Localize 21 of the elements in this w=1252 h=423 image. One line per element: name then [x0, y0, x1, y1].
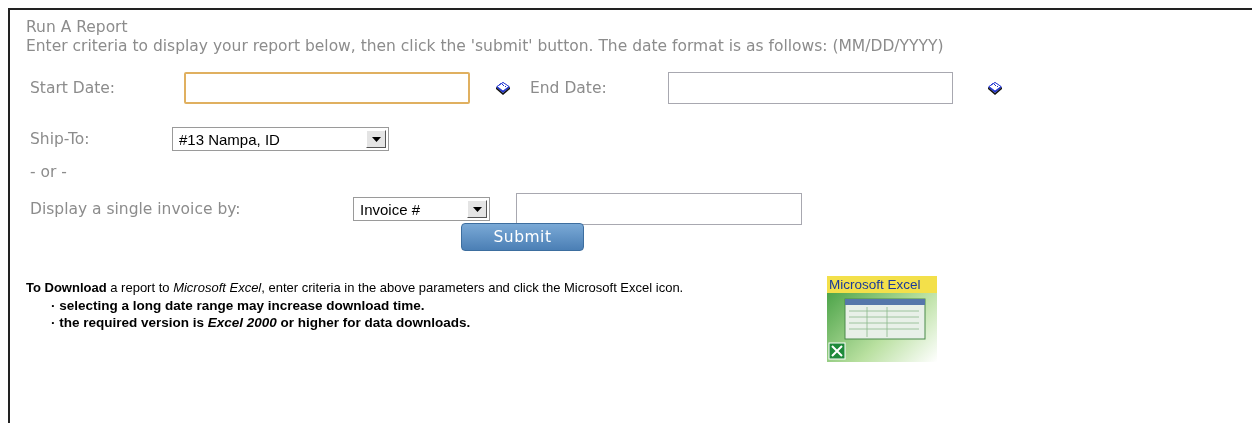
ship-to-label: Ship-To:: [29, 130, 91, 148]
invoice-field[interactable]: [516, 193, 802, 225]
ship-to-select[interactable]: #13 Nampa, ID: [172, 127, 389, 151]
calendar-icon[interactable]: [986, 80, 1004, 96]
end-date-label: End Date:: [530, 79, 608, 97]
end-date-field[interactable]: [668, 72, 953, 104]
report-title: Run A Report: [26, 18, 129, 37]
excel-logo[interactable]: Microsoft Excel: [827, 276, 937, 362]
instructions-text: Enter criteria to display your report below, then click the 'submit' button. The date format is as follows: (MM/DD/YYYY): [26, 37, 945, 56]
download-note: · selecting a long date range may increase download time.: [51, 296, 426, 314]
invoice-label: Display a single invoice by:: [29, 200, 242, 218]
invoice-type-select[interactable]: Invoice #: [353, 197, 490, 221]
caret-icon[interactable]: [467, 200, 487, 218]
download-instructions: To Download a report to Microsoft Excel, enter criteria in the above parameters and click the Microsoft Excel icon.: [26, 279, 685, 297]
start-date-label: Start Date:: [29, 79, 117, 97]
calendar-icon[interactable]: [494, 80, 512, 96]
download-note: · the required version is Excel 2000 or higher for data downloads.: [51, 314, 472, 332]
start-date-field[interactable]: [184, 72, 470, 104]
or-separator: - or -: [30, 163, 67, 181]
caret-icon[interactable]: [366, 130, 386, 148]
logo-title: Microsoft Excel: [827, 276, 937, 293]
